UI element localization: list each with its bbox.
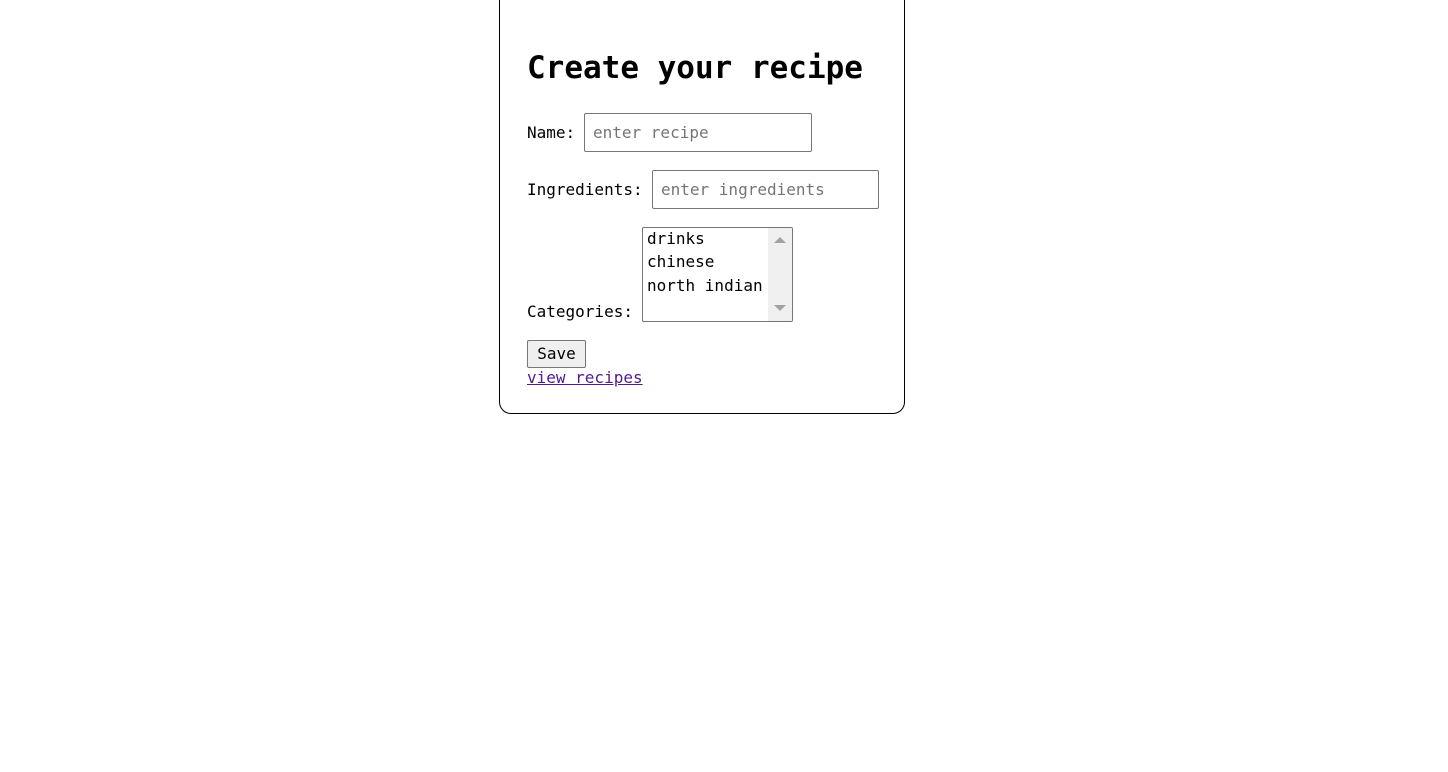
category-option[interactable]: north indian [647,276,763,296]
categories-scrollbar[interactable] [768,228,792,321]
categories-label: Categories: [527,302,633,321]
scroll-up-arrow-icon[interactable] [774,237,786,243]
ingredients-input[interactable] [652,170,879,209]
save-button[interactable]: Save [527,340,586,368]
category-option[interactable]: drinks [647,229,705,249]
category-option[interactable]: chinese [647,252,714,272]
page-title: Create your recipe [527,50,863,86]
scroll-down-arrow-icon[interactable] [774,305,786,311]
ingredients-label: Ingredients: [527,180,643,199]
view-recipes-link[interactable]: view recipes [527,368,643,388]
name-label: Name: [527,123,576,142]
name-input[interactable] [584,113,812,152]
categories-select[interactable]: drinks chinese north indian [642,227,793,322]
